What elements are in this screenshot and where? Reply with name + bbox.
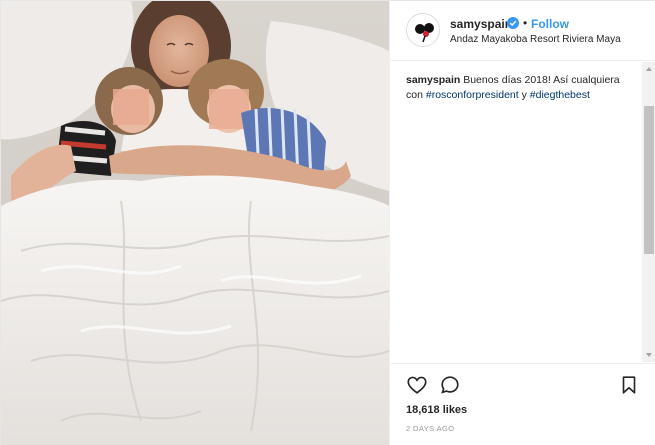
caption-area: samyspain Buenos días 2018! Así cualquie…	[390, 62, 655, 362]
post-photo-image	[1, 1, 389, 445]
caption-text-2: y	[518, 89, 530, 101]
scroll-down-arrow-icon[interactable]	[642, 348, 655, 362]
post-side-panel: samyspain • Follow Andaz Mayakoba Resort…	[389, 1, 655, 445]
post-photo[interactable]	[1, 1, 389, 445]
header-username[interactable]: samyspain	[450, 17, 512, 31]
follow-button[interactable]: Follow	[531, 17, 569, 31]
hashtag-link[interactable]: #rosconforpresident	[426, 89, 519, 101]
header-separator: •	[523, 16, 528, 30]
verified-badge-icon	[507, 17, 519, 29]
scroll-up-arrow-icon[interactable]	[642, 62, 655, 76]
comment-icon[interactable]	[439, 374, 461, 396]
post-date[interactable]: 2 DAYS AGO	[406, 424, 454, 433]
bookmark-icon[interactable]	[618, 374, 640, 396]
caption: samyspain Buenos días 2018! Así cualquie…	[406, 73, 636, 103]
post-header: samyspain • Follow Andaz Mayakoba Resort…	[390, 1, 655, 61]
profile-avatar[interactable]	[406, 13, 440, 47]
location-link[interactable]: Andaz Mayakoba Resort Riviera Maya	[450, 34, 621, 45]
hashtag-link[interactable]: #diegthebest	[530, 89, 590, 101]
post-window: samyspain • Follow Andaz Mayakoba Resort…	[0, 0, 655, 445]
scrollbar-thumb[interactable]	[644, 106, 654, 254]
heart-icon[interactable]	[406, 374, 428, 396]
post-actions: 18,618 likes 2 DAYS AGO	[390, 363, 655, 445]
scrollbar[interactable]	[642, 62, 655, 362]
caption-username[interactable]: samyspain	[406, 74, 460, 86]
avatar-image	[407, 14, 439, 46]
likes-count[interactable]: 18,618 likes	[406, 404, 467, 416]
